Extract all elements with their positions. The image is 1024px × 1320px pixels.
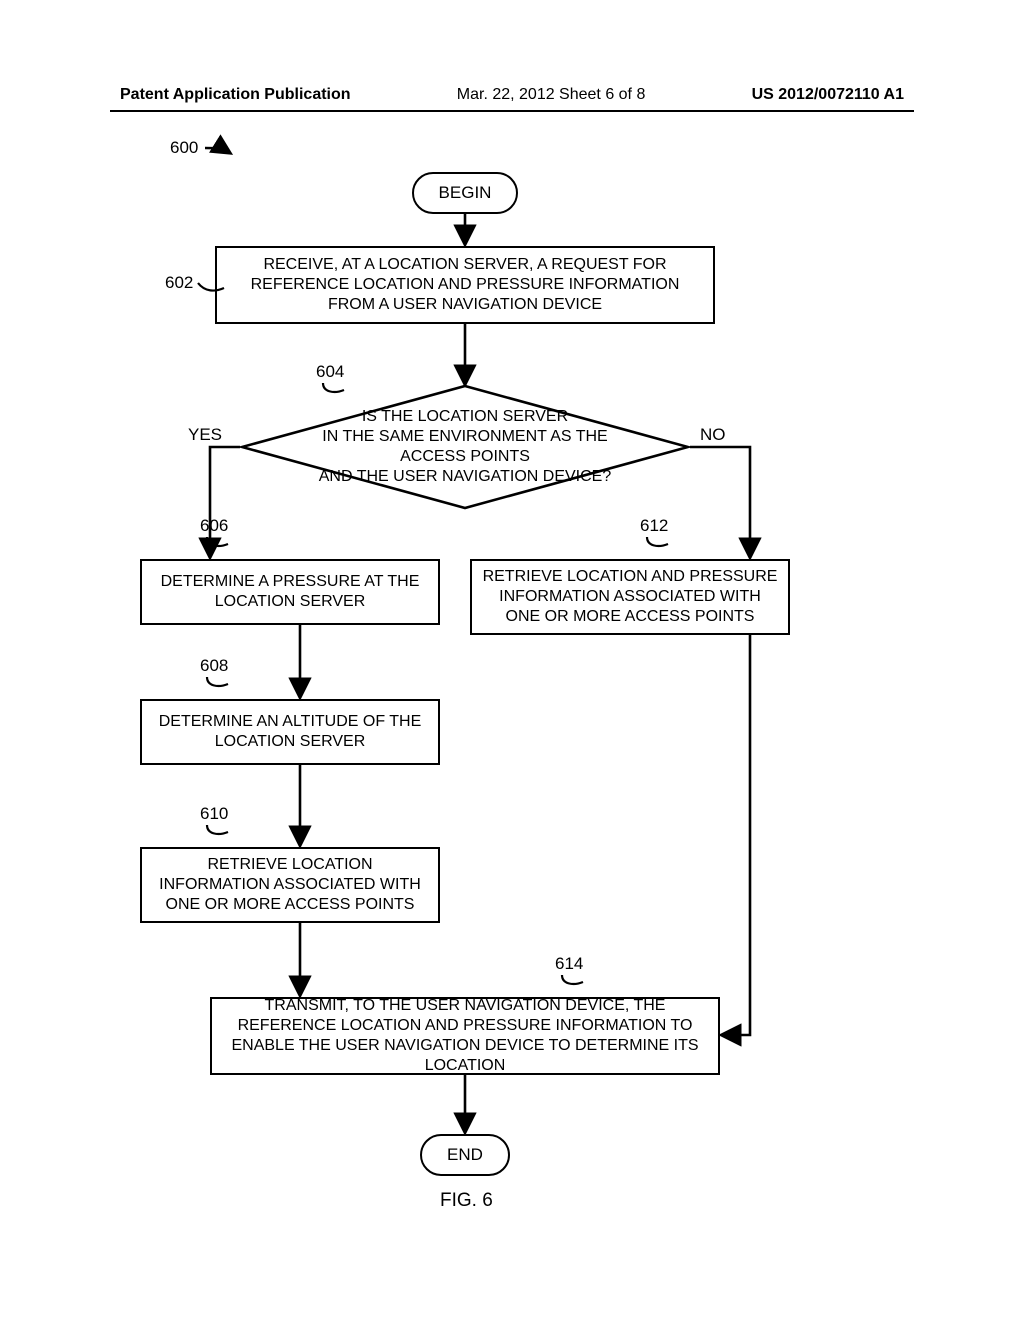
flow-step-610: RETRIEVE LOCATION INFORMATION ASSOCIATED…: [140, 847, 440, 923]
header-rule: [110, 110, 914, 112]
flow-step-612: RETRIEVE LOCATION AND PRESSURE INFORMATI…: [470, 559, 790, 635]
figure-caption: FIG. 6: [440, 1190, 493, 1212]
label-no: NO: [700, 425, 726, 445]
flow-step-602: RECEIVE, AT A LOCATION SERVER, A REQUEST…: [215, 246, 715, 324]
ref-602: 602: [165, 273, 193, 293]
ref-610: 610: [200, 804, 228, 824]
leader-608: [204, 676, 232, 690]
flow-step-614: TRANSMIT, TO THE USER NAVIGATION DEVICE,…: [210, 997, 720, 1075]
ref-612: 612: [640, 516, 668, 536]
flow-end: END: [420, 1134, 510, 1176]
leader-614: [559, 974, 587, 988]
flow-step-608: DETERMINE AN ALTITUDE OF THE LOCATION SE…: [140, 699, 440, 765]
ref-608: 608: [200, 656, 228, 676]
header-mid: Mar. 22, 2012 Sheet 6 of 8: [457, 86, 646, 104]
leader-606: [204, 536, 232, 550]
flow-decision-604: IS THE LOCATION SERVER IN THE SAME ENVIR…: [240, 384, 690, 510]
flow-decision-604-text: IS THE LOCATION SERVER IN THE SAME ENVIR…: [240, 384, 690, 510]
header-left: Patent Application Publication: [120, 86, 351, 104]
ref-606: 606: [200, 516, 228, 536]
flow-step-606: DETERMINE A PRESSURE AT THE LOCATION SER…: [140, 559, 440, 625]
ref-604: 604: [316, 362, 344, 382]
ref-600: 600: [170, 138, 198, 158]
page: Patent Application Publication Mar. 22, …: [0, 0, 1024, 1320]
leader-612: [644, 536, 672, 550]
header-right: US 2012/0072110 A1: [752, 86, 904, 104]
page-header: Patent Application Publication Mar. 22, …: [120, 86, 904, 104]
label-yes: YES: [188, 425, 222, 445]
ref-614: 614: [555, 954, 583, 974]
flow-begin: BEGIN: [412, 172, 518, 214]
leader-610: [204, 824, 232, 838]
